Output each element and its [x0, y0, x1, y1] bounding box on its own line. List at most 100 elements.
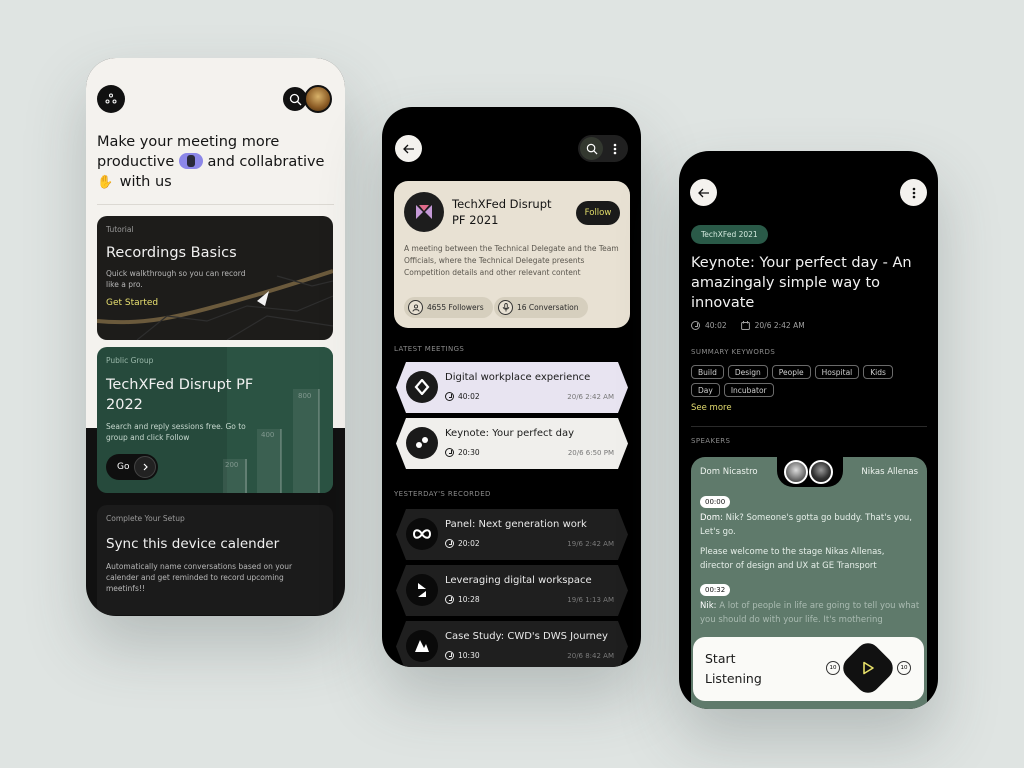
meeting-date: 20/6 2:42 AM: [740, 321, 805, 330]
meeting-title: Panel: Next generation work: [445, 519, 587, 530]
meeting-item[interactable]: Case Study: CWD's DWS Journey 10:30 20/6…: [396, 621, 628, 667]
handshake-icon: ✋: [97, 175, 114, 190]
user-icon: [408, 300, 423, 315]
transcript-line: Please welcome to the stage Nikas Allena…: [700, 547, 885, 571]
keyword-chip[interactable]: People: [771, 365, 811, 379]
divider: [691, 426, 927, 427]
clock-icon: [445, 595, 454, 604]
card-title: TechXFed Disrupt PF 2022: [106, 377, 254, 413]
group-description: A meeting between the Technical Delegate…: [404, 244, 619, 277]
meeting-image-pill: [178, 153, 203, 169]
keyword-chip[interactable]: Hospital: [814, 365, 860, 379]
meeting-item[interactable]: Leveraging digital workspace 10:28 19/6 …: [396, 565, 628, 616]
chevron-right-icon: [134, 456, 156, 478]
meeting-title: Digital workplace experience: [445, 372, 591, 383]
card-title: Sync this device calender: [106, 536, 280, 552]
meeting-logo-icon: [406, 371, 438, 403]
summary-keywords-label: SUMMARY KEYWORDS: [691, 348, 776, 356]
meeting-logo-icon: [406, 574, 438, 606]
speaker-avatars-notch: [777, 457, 843, 487]
clock-icon: [691, 321, 700, 330]
public-group-card[interactable]: 200 400 800 Public Group TechXFed Disrup…: [97, 347, 333, 493]
keyword-chip[interactable]: Day: [691, 383, 720, 397]
meeting-meta: 40:02 20/6 2:42 AM: [691, 321, 805, 330]
bar-label: 400: [261, 431, 275, 439]
go-button[interactable]: Go: [106, 454, 158, 480]
play-button[interactable]: [838, 638, 898, 698]
bar-label: 200: [225, 461, 239, 469]
back-arrow-icon[interactable]: [690, 179, 717, 206]
meeting-duration: 40:02: [691, 321, 727, 330]
meeting-item[interactable]: Digital workplace experience 40:02 20/6 …: [396, 362, 628, 413]
forward-10-icon[interactable]: 10: [897, 661, 911, 675]
keyword-chip[interactable]: Design: [727, 365, 768, 379]
more-vertical-icon[interactable]: [608, 141, 622, 160]
rewind-10-icon[interactable]: 10: [826, 661, 840, 675]
meeting-date: 19/6 2:42 AM: [567, 540, 614, 548]
get-started-link[interactable]: Get Started: [106, 298, 158, 308]
calendar-icon: [740, 321, 750, 330]
audio-player: Start Listening 10 10: [693, 637, 924, 701]
meeting-logo-icon: [406, 630, 438, 662]
see-more-link[interactable]: See more: [691, 403, 732, 413]
yesterday-recorded-label: YESTERDAY'S RECORDED: [394, 490, 491, 498]
latest-meetings-label: LATEST MEETINGS: [394, 345, 465, 353]
play-icon: [863, 661, 874, 675]
meeting-duration: 10:28: [445, 595, 480, 604]
transcript-line: Nik: A lot of people in life are going t…: [700, 601, 920, 625]
meeting-date: 20/6 8:42 AM: [567, 652, 614, 660]
setup-card[interactable]: Complete Your Setup Sync this device cal…: [97, 505, 333, 615]
timestamp-badge[interactable]: 00:32: [700, 584, 731, 596]
search-icon[interactable]: [580, 137, 603, 160]
card-label: Complete Your Setup: [106, 514, 185, 523]
keyword-chip[interactable]: Incubator: [723, 383, 774, 397]
meeting-date: 19/6 1:13 AM: [567, 596, 614, 604]
infinity-icon: [406, 518, 438, 550]
meeting-title: Keynote: Your perfect day: [445, 428, 575, 439]
group-hero-card: TechXFed Disrupt PF 2021 Follow A meetin…: [394, 181, 630, 328]
followers-chip: 4655 Followers: [404, 297, 493, 318]
more-vertical-icon[interactable]: [900, 179, 927, 206]
group-title: TechXFed Disrupt PF 2021: [452, 197, 552, 227]
phone-group-screen: TechXFed Disrupt PF 2021 Follow A meetin…: [382, 107, 641, 667]
clock-icon: [445, 651, 454, 660]
transcript-line: Dom: Nik? Someone's gotta go buddy. That…: [700, 513, 913, 537]
tutorial-card[interactable]: Tutorial Recordings Basics Quick walkthr…: [97, 216, 333, 340]
back-arrow-icon[interactable]: [395, 135, 422, 162]
keyword-chip[interactable]: Kids: [863, 365, 893, 379]
menu-icon[interactable]: [97, 85, 125, 113]
timestamp-badge[interactable]: 00:00: [700, 496, 731, 508]
microphone-icon: [498, 300, 513, 315]
card-description: Automatically name conversations based o…: [106, 562, 293, 593]
speaker-avatar[interactable]: [809, 460, 833, 484]
follow-button[interactable]: Follow: [576, 201, 620, 225]
meeting-duration: 40:02: [445, 392, 480, 401]
user-avatar[interactable]: [304, 85, 332, 113]
conversation-chip: 16 Conversation: [494, 297, 588, 318]
phone-meeting-detail-screen: TechXFed 2021 Keynote: Your perfect day …: [679, 151, 938, 709]
chart-bar-edge: [245, 459, 247, 493]
chart-bar-edge: [280, 429, 282, 493]
keyword-list: Build Design People Hospital Kids Day In…: [691, 365, 921, 397]
chart-bar: [293, 389, 319, 493]
speaker-avatar[interactable]: [784, 460, 808, 484]
divider: [97, 204, 334, 205]
start-listening-label: Start Listening: [705, 651, 762, 686]
clock-icon: [445, 392, 454, 401]
card-label: Public Group: [106, 356, 154, 365]
event-tag[interactable]: TechXFed 2021: [691, 225, 768, 244]
header-controls: [578, 135, 628, 162]
meeting-item[interactable]: Keynote: Your perfect day 20:30 20/6 6:5…: [396, 418, 628, 469]
meeting-duration: 10:30: [445, 651, 480, 660]
speaker-name-right: Nikas Allenas: [861, 467, 918, 477]
chart-bar-edge: [318, 389, 320, 493]
card-label: Tutorial: [106, 225, 134, 234]
meeting-logo-icon: [406, 427, 438, 459]
clock-icon: [445, 448, 454, 457]
card-description: Search and reply sessions free. Go to gr…: [106, 422, 246, 442]
card-title: Recordings Basics: [106, 245, 237, 261]
speaker-name-left: Dom Nicastro: [700, 467, 758, 477]
meeting-title: Leveraging digital workspace: [445, 575, 592, 586]
meeting-item[interactable]: Panel: Next generation work 20:02 19/6 2…: [396, 509, 628, 560]
keyword-chip[interactable]: Build: [691, 365, 724, 379]
